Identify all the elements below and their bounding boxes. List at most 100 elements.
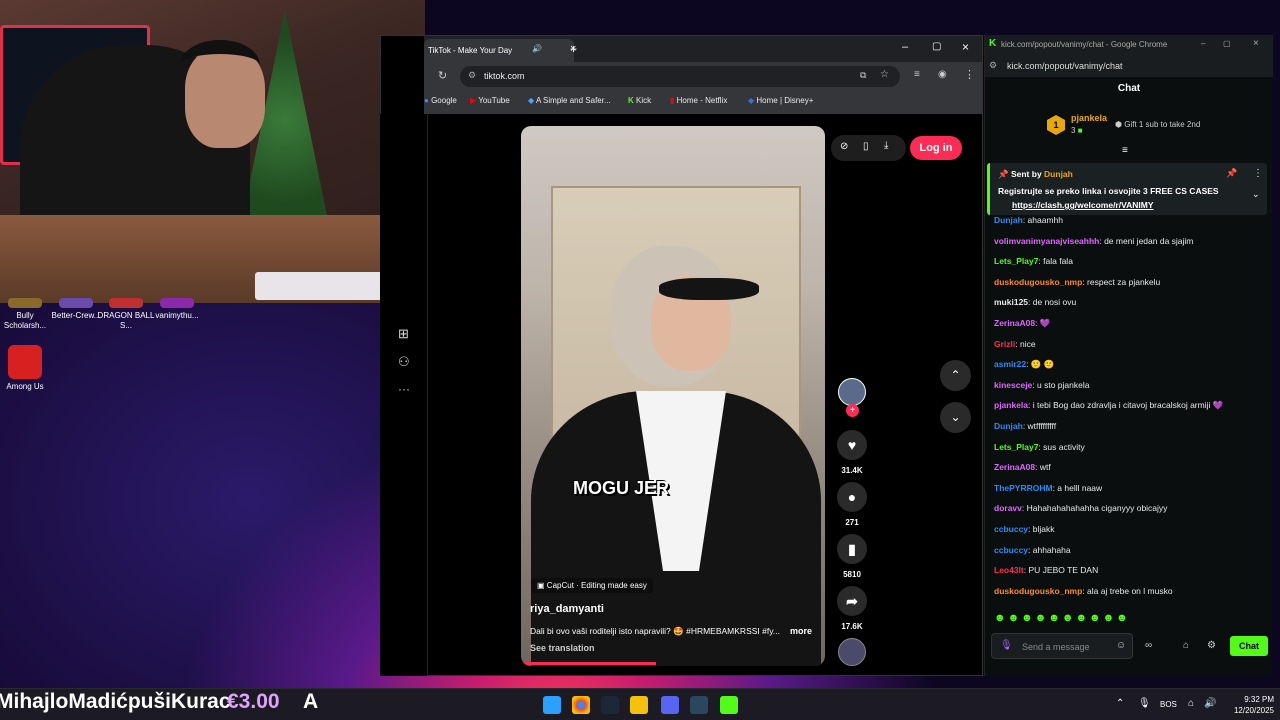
chat-username[interactable]: duskodugousko_nmp (994, 277, 1082, 287)
bookmark-google[interactable]: ● Google (424, 96, 457, 105)
capcut-badge[interactable]: ▣ CapCut · Editing made easy (531, 578, 653, 593)
chat-username[interactable]: Leo43lt (994, 565, 1024, 575)
chat-username[interactable]: doravv (994, 503, 1022, 513)
bookmark-icon[interactable]: ▮ (837, 534, 867, 564)
pin-icon[interactable]: 📌 (1226, 168, 1237, 179)
chat-username[interactable]: ZerinaA08 (994, 318, 1035, 328)
share-icon[interactable]: ➦ (837, 586, 867, 616)
kick-app-icon[interactable] (720, 696, 738, 714)
emote-row[interactable]: ☻☻☻☻☻☻☻☻☻☻ (994, 612, 1130, 624)
tray-chevron-icon[interactable]: ⌃ (1116, 698, 1124, 709)
bookmark-netflix[interactable]: ▮ Home - Netflix (670, 96, 727, 105)
desktop-icon-vanimythu[interactable]: vanimythu... (147, 298, 207, 321)
chat-username[interactable]: Lets_Play7 (994, 442, 1038, 452)
chat-username[interactable]: kinesceje (994, 380, 1032, 390)
steam-icon[interactable] (601, 696, 619, 714)
follow-plus-icon[interactable]: + (846, 404, 859, 417)
autoscroll-icon[interactable]: ⊘ (840, 141, 848, 152)
media-controls-icon[interactable]: ≡ (914, 69, 920, 80)
microphone-icon[interactable]: 🎙 (1138, 698, 1151, 709)
chat-username[interactable]: duskodugousko_nmp (994, 586, 1082, 596)
network-icon[interactable]: ⌂ (1188, 698, 1194, 709)
like-action[interactable]: ♥ 31.4K (832, 430, 872, 475)
author-avatar[interactable] (838, 378, 866, 406)
reload-icon[interactable]: ↻ (438, 69, 447, 82)
maximize-icon[interactable]: ▢ (932, 41, 941, 52)
video-player[interactable]: MOGU JER ▣ CapCut · Editing made easy ri… (521, 126, 825, 666)
cast-icon[interactable]: ⧉ (860, 70, 866, 81)
steam-icon[interactable] (690, 696, 708, 714)
bookmark-kick[interactable]: K Kick (628, 96, 651, 105)
profile-icon[interactable]: ◉ (938, 69, 947, 80)
save-action[interactable]: ▮ 5810 (832, 534, 872, 579)
points-icon[interactable]: ∞ (1145, 640, 1152, 651)
browser-tab[interactable]: TikTok - Make Your Day 🔊 × (424, 39, 576, 62)
windows-start-icon[interactable] (543, 696, 561, 714)
next-video-button[interactable]: ⌄ (940, 402, 971, 433)
address-bar[interactable]: ⚙ tiktok.com ⧉ ☆ (460, 66, 900, 87)
chat-username[interactable]: Dunjah (994, 215, 1023, 225)
emoji-icon[interactable]: ☺ (1116, 640, 1126, 651)
mobile-icon[interactable]: ▯ (863, 141, 869, 152)
comment-count: 271 (845, 518, 859, 527)
close-window-icon[interactable]: × (1253, 38, 1259, 49)
chevron-down-icon[interactable]: ⌄ (1252, 189, 1260, 200)
chat-username[interactable]: Lets_Play7 (994, 256, 1038, 266)
bookmark-disney[interactable]: ◆ Home | Disney+ (748, 96, 813, 105)
settings-icon[interactable]: ⚙ (1207, 640, 1216, 651)
send-chat-button[interactable]: Chat (1230, 636, 1268, 656)
share-action[interactable]: ➦ 17.6K (832, 586, 872, 631)
gift-sub-text: Gift 1 sub to take 2nd (1124, 120, 1201, 129)
bookmark-youtube[interactable]: ▶ YouTube (470, 96, 510, 105)
gift-sub-prompt[interactable]: ⬢ Gift 1 sub to take 2nd (1115, 120, 1200, 129)
see-translation-link[interactable]: See translation (530, 643, 595, 653)
clock[interactable]: 9:32 PM 12/20/2025 (1224, 694, 1274, 716)
close-window-icon[interactable]: × (962, 40, 969, 54)
collapse-icon[interactable]: ≡ (1122, 145, 1128, 156)
bookmark-star-icon[interactable]: ☆ (880, 69, 889, 80)
download-icon[interactable]: ⤓ (884, 140, 888, 151)
desktop-icon-among-us[interactable]: Among Us (0, 345, 55, 392)
chat-username[interactable]: muki125 (994, 297, 1028, 307)
progress-bar[interactable] (521, 662, 656, 665)
chat-username[interactable]: ThePYRROHM (994, 483, 1053, 493)
chat-username[interactable]: pjankela (994, 400, 1028, 410)
pinned-link[interactable]: https://clash.gg/welcome/r/VANIMY (1012, 200, 1154, 210)
discord-icon[interactable] (661, 696, 679, 714)
upload-icon[interactable]: ⊞ (398, 326, 409, 342)
site-info-icon[interactable]: ⚙ (989, 60, 997, 71)
chrome-icon[interactable] (572, 696, 590, 714)
comment-icon[interactable]: ● (837, 482, 867, 512)
leaderboard-name[interactable]: pjankela (1071, 113, 1107, 123)
menu-icon[interactable]: ⋮ (964, 68, 975, 81)
chat-username[interactable]: ccbuccy (994, 545, 1028, 555)
more-icon[interactable]: ··· (398, 382, 410, 396)
language-indicator[interactable]: BOS (1160, 700, 1177, 709)
chat-username[interactable]: asmir22 (994, 359, 1026, 369)
chat-username[interactable]: Dunjah (994, 421, 1023, 431)
chat-username[interactable]: ZerinaA08 (994, 462, 1035, 472)
bookmark-simple-safer[interactable]: ◆ A Simple and Safer... (528, 96, 611, 105)
minimize-icon[interactable]: – (1201, 39, 1205, 48)
volume-icon[interactable]: 🔊 (1204, 698, 1216, 709)
heart-icon[interactable]: ♥ (837, 430, 867, 460)
gift-icon[interactable]: ⌂ (1183, 640, 1189, 651)
comment-action[interactable]: ● 271 (832, 482, 872, 527)
login-button[interactable]: Log in (910, 136, 962, 160)
site-info-icon[interactable]: ⚙ (468, 70, 476, 81)
chat-input[interactable]: 🎙 Send a message ☺ (991, 633, 1133, 659)
microphone-icon[interactable]: 🎙 (1000, 640, 1013, 651)
options-icon[interactable]: ⋮ (1253, 168, 1263, 179)
chat-username[interactable]: volimvanimyanajviseahhh (994, 236, 1099, 246)
profile-icon[interactable]: ⚇ (398, 354, 410, 370)
chat-username[interactable]: ccbuccy (994, 524, 1028, 534)
file-explorer-icon[interactable] (630, 696, 648, 714)
previous-video-button[interactable]: ⌃ (940, 360, 971, 391)
chat-username[interactable]: Grizli (994, 339, 1015, 349)
music-disc-icon[interactable] (838, 638, 866, 666)
new-tab-icon[interactable]: + (570, 42, 577, 56)
video-author[interactable]: riya_damyanti (530, 603, 604, 615)
maximize-icon[interactable]: ▢ (1223, 39, 1231, 48)
minimize-icon[interactable]: – (902, 41, 908, 53)
more-link[interactable]: more (790, 626, 812, 636)
